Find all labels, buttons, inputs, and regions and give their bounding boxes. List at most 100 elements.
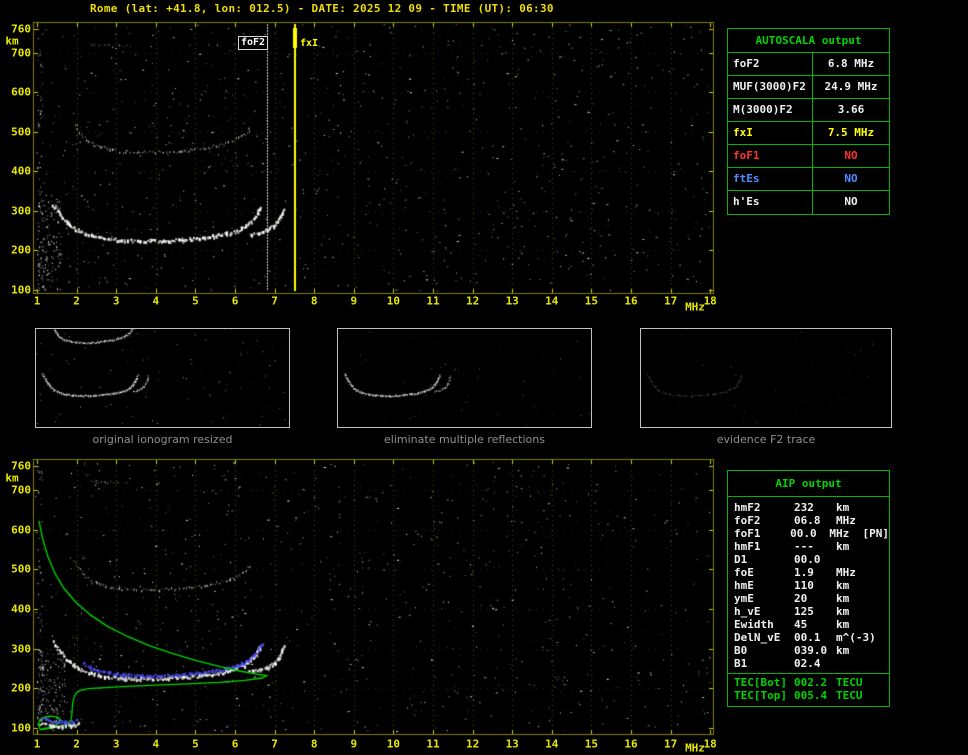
x-tick-label: 16 (624, 737, 638, 751)
y-tick-label: 100 (11, 283, 31, 297)
x-tick-label: 18 (703, 294, 717, 308)
x-axis-unit-label: MHz (685, 741, 705, 755)
x-tick-label: 12 (465, 294, 480, 308)
aip-row-ewidth: Ewidth 45 km (734, 618, 850, 631)
table-row-m3000f2: M(3000)F2 3.66 (728, 99, 889, 122)
x-tick-label: 13 (505, 294, 519, 308)
aip-row-b1: B1 02.4 (734, 657, 821, 670)
fof2-marker-label: foF2 (238, 36, 269, 50)
x-tick-label: 4 (152, 294, 160, 308)
x-tick-label: 16 (624, 294, 638, 308)
y-axis-unit-label: km (5, 471, 19, 485)
thumbnail-original-ionogram (35, 328, 290, 428)
x-tick-label: 17 (663, 294, 678, 308)
autoscala-output-panel: AUTOSCALA output foF2 6.8 MHz MUF(3000)F… (727, 28, 890, 215)
y-tick-label: 500 (11, 125, 31, 139)
x-tick-label: 6 (231, 737, 239, 751)
y-axis-unit-label: km (5, 34, 19, 48)
x-axis-unit-label: MHz (685, 300, 705, 314)
param-value: 7.5 MHz (827, 126, 875, 139)
param-label: h'Es (728, 191, 813, 214)
table-row-ftes: ftEs NO (728, 168, 889, 191)
x-tick-label: 11 (426, 737, 440, 751)
aip-row-fof1: foF1 00.0 MHz [PN] (734, 527, 889, 540)
param-label: foF2 (728, 53, 813, 75)
param-label: M(3000)F2 (728, 99, 813, 121)
x-tick-label: 15 (584, 294, 599, 308)
thumbnail-multiples-removed (337, 328, 592, 428)
x-tick-label: 5 (192, 294, 199, 308)
thumbnail-caption: original ionogram resized (92, 433, 233, 446)
table-row-fof2: foF2 6.8 MHz (728, 53, 889, 76)
table-row-fxi: fxI 7.5 MHz (728, 122, 889, 145)
x-tick-label: 3 (112, 294, 120, 308)
autoscala-output-header: AUTOSCALA output (728, 29, 889, 53)
param-value: 3.66 (837, 103, 865, 116)
aip-row-hve: h_vE 125 km (734, 605, 850, 618)
y-tick-label: 200 (11, 243, 31, 257)
aip-row-tectop: TEC[Top] 005.4 TECU (734, 689, 863, 702)
x-tick-label: 5 (192, 737, 199, 751)
x-tick-label: 6 (231, 294, 239, 308)
x-tick-label: 14 (545, 737, 559, 751)
y-tick-label: 600 (11, 523, 31, 537)
y-tick-label: 400 (11, 602, 31, 616)
x-tick-label: 2 (73, 294, 80, 308)
param-label: fxI (728, 122, 813, 144)
param-value: NO (844, 172, 858, 185)
x-tick-label: 10 (386, 294, 401, 308)
table-row-hes: h'Es NO (728, 191, 889, 214)
x-tick-label: 14 (545, 294, 559, 308)
x-tick-label: 8 (310, 294, 318, 308)
aip-row-delnve: DelN_vE 00.1 m^(-3) (734, 631, 876, 644)
aip-row-hmf2: hmF2 232 km (734, 501, 850, 514)
y-tick-label: 700 (11, 483, 31, 497)
x-tick-label: 7 (271, 737, 278, 751)
x-tick-label: 1 (33, 737, 41, 751)
aip-row-fof2: foF2 06.8 MHz (734, 514, 856, 527)
x-tick-label: 2 (73, 737, 80, 751)
x-tick-label: 3 (112, 737, 120, 751)
param-value: NO (844, 149, 858, 162)
x-tick-label: 18 (703, 737, 717, 751)
aip-row-b0: B0 039.0 km (734, 644, 850, 657)
thumbnail-caption: eliminate multiple reflections (384, 433, 545, 446)
y-tick-label: 400 (11, 164, 31, 178)
aip-row-yme: ymE 20 km (734, 592, 850, 605)
autoscala-window: Rome (lat: +41.8, lon: 012.5) - DATE: 20… (0, 0, 968, 755)
table-row-fof1: foF1 NO (728, 145, 889, 168)
thumbnail-caption: evidence F2 trace (716, 433, 816, 446)
x-tick-label: 13 (505, 737, 519, 751)
x-tick-label: 9 (350, 294, 358, 308)
x-tick-label: 7 (271, 294, 278, 308)
param-label: MUF(3000)F2 (728, 76, 813, 98)
aip-row-hmf1: hmF1 --- km (734, 540, 850, 553)
aip-row-tecbot: TEC[Bot] 002.2 TECU (728, 673, 889, 689)
param-value: 24.9 MHz (824, 80, 878, 93)
y-tick-label: 300 (11, 204, 31, 218)
y-tick-label: 500 (11, 562, 31, 576)
y-tick-label: 300 (11, 642, 31, 656)
fxi-marker-label: fxI (300, 38, 319, 49)
x-tick-label: 1 (33, 294, 41, 308)
x-tick-label: 10 (386, 737, 401, 751)
aip-output-body: hmF2 232 km foF2 06.8 MHz foF1 00.0 MHz [PN] h… (728, 497, 889, 702)
x-tick-label: 11 (426, 294, 440, 308)
param-value: 6.8 MHz (827, 57, 875, 70)
param-value: NO (844, 195, 858, 208)
y-tick-label: 600 (11, 85, 31, 99)
y-tick-label: 200 (11, 681, 31, 695)
thumbnail-f2-evidence (640, 328, 892, 428)
x-tick-label: 4 (152, 737, 160, 751)
page-title: Rome (lat: +41.8, lon: 012.5) - DATE: 20… (90, 2, 554, 15)
aip-output-panel: AIP output hmF2 232 km foF2 06.8 MHz foF1 00.… (727, 470, 890, 707)
table-row-muf3000f2: MUF(3000)F2 24.9 MHz (728, 76, 889, 99)
param-label: foF1 (728, 145, 813, 167)
aip-row-foe: foE 1.9 MHz (734, 566, 856, 579)
aip-output-header: AIP output (728, 471, 889, 497)
x-tick-label: 15 (584, 737, 599, 751)
x-tick-label: 8 (310, 737, 318, 751)
aip-row-hme: hmE 110 km (734, 579, 850, 592)
x-tick-label: 17 (663, 737, 678, 751)
x-tick-label: 9 (350, 737, 358, 751)
